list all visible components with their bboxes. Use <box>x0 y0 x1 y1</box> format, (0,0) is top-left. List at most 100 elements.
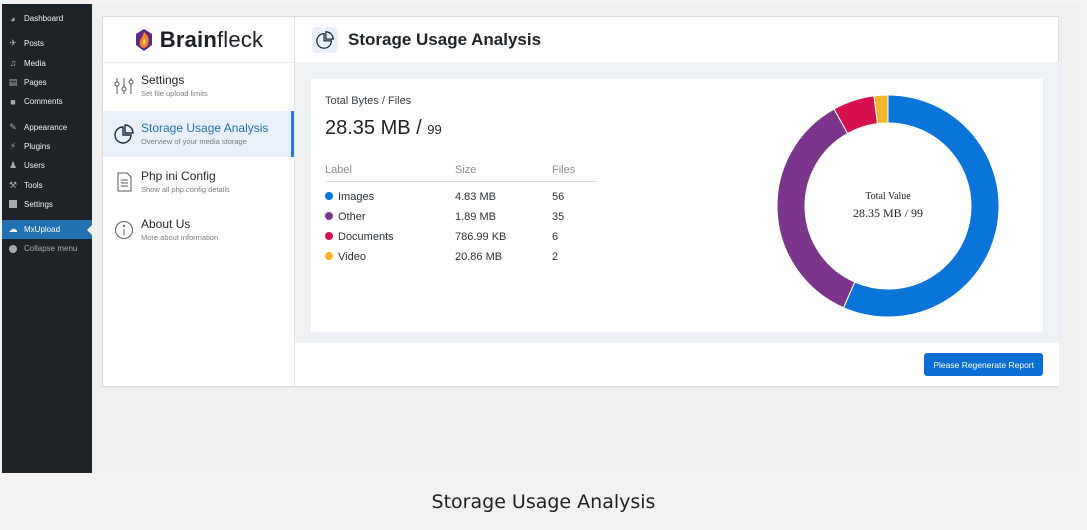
dashboard-icon: ◕ <box>10 13 16 24</box>
nav-title: Php ini Config <box>141 169 216 183</box>
wp-menu-appearance[interactable]: ✎ Appearance <box>2 117 92 136</box>
regenerate-report-button[interactable]: Please Regenerate Report <box>924 353 1043 376</box>
sliders-icon <box>114 78 134 94</box>
nav-title: Storage Usage Analysis <box>141 121 269 135</box>
brand-name: Brainfleck <box>159 26 264 52</box>
nav-item-storage-usage[interactable]: Storage Usage Analysis Overview of your … <box>103 111 294 157</box>
row-files: 56 <box>552 191 565 204</box>
donut-center-value: 28.35 MB / 99 <box>852 206 923 220</box>
row-label: Documents <box>325 227 455 247</box>
pin-icon: ✈ <box>9 38 17 49</box>
wp-menu-dashboard[interactable]: ◕ Dashboard <box>2 9 92 28</box>
nav-title: Settings <box>141 73 185 87</box>
legend-dot <box>325 232 333 240</box>
page-frame: ◕ Dashboard ✈ Posts ♫ Media ▤ Pages ■ Co… <box>0 0 1087 530</box>
row-size: 20.86 MB <box>455 251 503 263</box>
wp-menu-comments[interactable]: ■ Comments <box>2 92 92 111</box>
content-header: Storage Usage Analysis <box>295 17 1059 63</box>
brand-logo: Brainfleck <box>103 17 294 63</box>
table-row: Other 1.89 MB 35 <box>325 207 597 227</box>
collapse-icon <box>7 244 19 253</box>
nav-item-php-ini[interactable]: Php ini Config Show all php config detai… <box>103 159 294 205</box>
column-header-size: Size <box>455 159 552 182</box>
comment-icon: ■ <box>10 96 16 107</box>
wp-menu-mxupload[interactable]: ☁ MxUpload <box>2 219 92 240</box>
table-row: Documents 786.99 KB 6 <box>325 227 597 247</box>
pages-icon: ▤ <box>8 77 18 88</box>
media-icon: ♫ <box>9 58 17 69</box>
storage-stats-card: Total Bytes / Files 28.35 MB / 99 Label … <box>311 79 1043 332</box>
donut-center-label: Total Value <box>865 191 911 202</box>
total-label: Total Bytes / Files <box>325 95 412 107</box>
wp-menu-label: Comments <box>24 97 63 107</box>
wp-menu-label: Pages <box>24 78 47 88</box>
plug-icon: ⚡ <box>9 140 17 151</box>
pie-chart-icon <box>114 124 134 144</box>
wp-menu-settings[interactable]: Settings <box>2 195 92 214</box>
wp-menu-label: MxUpload <box>24 225 61 235</box>
screenshot-area: ◕ Dashboard ✈ Posts ♫ Media ▤ Pages ■ Co… <box>2 4 1079 473</box>
row-files: 2 <box>552 251 559 263</box>
row-files: 35 <box>552 211 565 223</box>
wp-menu-label: Plugins <box>24 141 51 151</box>
table-header-row: Label Size Files <box>325 159 597 182</box>
nav-subtitle: Show all php config details <box>141 185 230 194</box>
brainfleck-logo-icon <box>135 28 152 51</box>
table-row: Images 4.83 MB 56 <box>325 181 597 207</box>
brush-icon: ✎ <box>9 121 17 132</box>
wp-menu-label: Posts <box>24 39 45 49</box>
row-size: 4.83 MB <box>455 191 496 204</box>
main-content: Storage Usage Analysis Total Bytes / Fil… <box>295 17 1059 386</box>
content-footer: Please Regenerate Report <box>295 343 1059 386</box>
column-header-label: Label <box>325 159 455 182</box>
wp-menu-label: Media <box>24 58 46 68</box>
wp-menu-pages[interactable]: ▤ Pages <box>2 73 92 92</box>
storage-donut-chart: Total Value 28.35 MB / 99 <box>775 93 1001 319</box>
wp-menu-plugins[interactable]: ⚡ Plugins <box>2 137 92 156</box>
donut-center: Total Value 28.35 MB / 99 <box>775 93 1001 319</box>
wp-menu-label: Tools <box>24 180 43 190</box>
nav-item-about-us[interactable]: About Us More about information <box>103 207 294 253</box>
usage-table: Label Size Files Images 4.83 MB 56 Other… <box>325 159 597 267</box>
nav-subtitle: Set file upload limits <box>141 89 208 98</box>
row-size: 786.99 KB <box>455 231 507 243</box>
document-icon <box>117 172 132 192</box>
total-size: 28.35 MB <box>325 117 411 139</box>
cloud-icon: ☁ <box>8 224 18 235</box>
row-label: Other <box>325 207 455 227</box>
image-caption: Storage Usage Analysis <box>431 490 656 513</box>
legend-dot <box>325 252 333 260</box>
nav-subtitle: More about information <box>141 233 219 242</box>
header-icon-box <box>312 26 338 53</box>
plugin-nav: Brainfleck Settings Set file upload limi… <box>103 17 295 386</box>
wp-menu-posts[interactable]: ✈ Posts <box>2 34 92 53</box>
nav-item-settings[interactable]: Settings Set file upload limits <box>103 63 294 109</box>
row-size: 1.89 MB <box>455 211 496 223</box>
wp-menu-label: Dashboard <box>24 14 64 24</box>
info-icon <box>115 221 133 239</box>
pie-chart-icon <box>316 30 334 49</box>
user-icon: ♟ <box>8 160 18 171</box>
nav-subtitle: Overview of your media storage <box>141 137 247 146</box>
plugin-panel: Brainfleck Settings Set file upload limi… <box>102 16 1059 387</box>
wp-menu-label: Settings <box>24 199 53 209</box>
legend-dot <box>325 192 333 201</box>
settings-icon <box>7 200 19 209</box>
nav-title: About Us <box>141 217 191 231</box>
wp-menu-label: Users <box>24 161 45 171</box>
row-label: Video <box>325 247 455 267</box>
row-files: 6 <box>552 231 559 243</box>
legend-dot <box>325 212 333 220</box>
table-row: Video 20.86 MB 2 <box>325 247 597 267</box>
wp-admin-sidebar: ◕ Dashboard ✈ Posts ♫ Media ▤ Pages ■ Co… <box>2 4 92 473</box>
column-header-files: Files <box>552 159 597 182</box>
wp-menu-tools[interactable]: ⚒ Tools <box>2 175 92 194</box>
total-value: 28.35 MB / 99 <box>325 117 442 140</box>
wp-menu-collapse[interactable]: Collapse menu <box>2 239 92 258</box>
total-separator: / <box>410 117 428 139</box>
wp-menu-media[interactable]: ♫ Media <box>2 54 92 73</box>
wp-menu-label: Collapse menu <box>24 244 78 254</box>
row-label: Images <box>325 181 455 207</box>
wp-menu-users[interactable]: ♟ Users <box>2 156 92 175</box>
wp-menu-label: Appearance <box>24 122 68 132</box>
